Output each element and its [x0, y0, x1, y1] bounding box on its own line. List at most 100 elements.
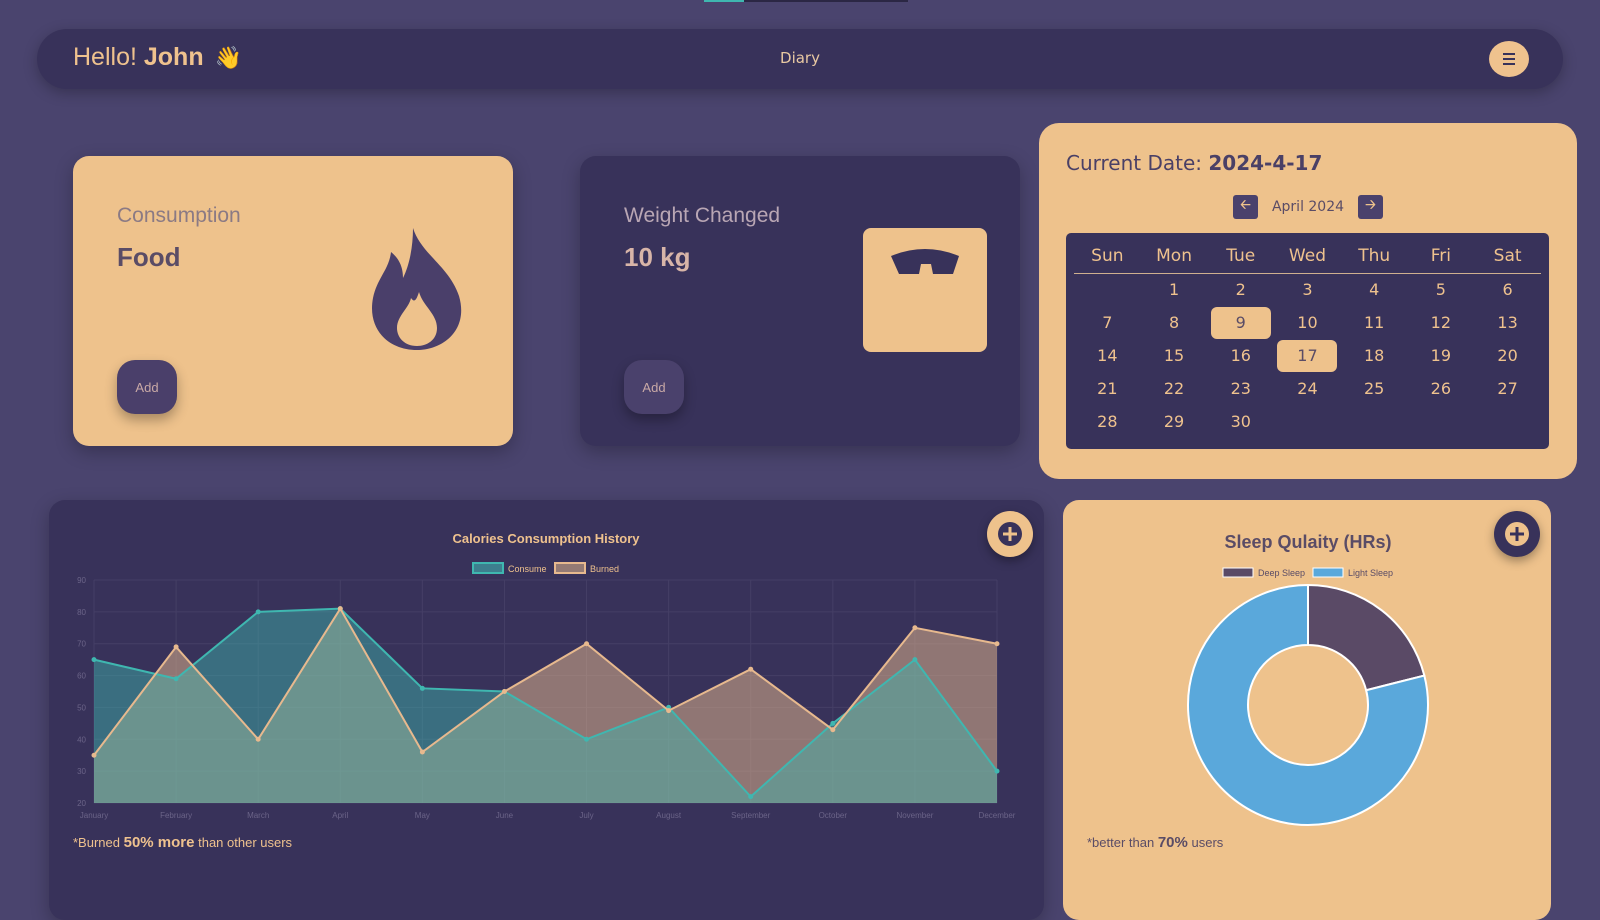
- calendar-day-17[interactable]: 17: [1274, 339, 1341, 372]
- calendar-day-9[interactable]: 9: [1207, 306, 1274, 339]
- x-tick-label: July: [579, 811, 593, 820]
- calendar-day-30[interactable]: 30: [1207, 405, 1274, 438]
- calendar-day-label: 27: [1497, 378, 1518, 398]
- calendar-day-label: 14: [1097, 345, 1118, 365]
- calendar-day-19[interactable]: 19: [1408, 339, 1475, 372]
- calendar-empty-cell: [1474, 405, 1541, 438]
- calendar-day-6[interactable]: 6: [1474, 273, 1541, 306]
- y-tick-label: 50: [77, 703, 86, 712]
- chart-title: Calories Consumption History: [452, 531, 640, 546]
- sleep-donut-chart: Sleep Qulaity (HRs) Deep Sleep Light Sleep: [1187, 532, 1429, 826]
- food-card-value: Food: [117, 242, 181, 272]
- calendar-day-26[interactable]: 26: [1408, 372, 1475, 405]
- arrow-right-icon: 🡢: [1365, 197, 1376, 212]
- calendar-day-label: 11: [1363, 312, 1385, 332]
- calories-footnote: *Burned 50% more than other users: [73, 834, 292, 851]
- x-tick-label: November: [896, 811, 933, 820]
- calendar-day-label: 2: [1235, 279, 1246, 299]
- weekday-sun: Sun: [1074, 239, 1141, 274]
- calendar-day-label: 7: [1102, 312, 1113, 332]
- calendar-day-13[interactable]: 13: [1474, 306, 1541, 339]
- calendar-day-28[interactable]: 28: [1074, 405, 1141, 438]
- calendar-empty-cell: [1074, 273, 1141, 306]
- sleep-footnote-prefix: *better than: [1087, 835, 1155, 850]
- calendar-day-24[interactable]: 24: [1274, 372, 1341, 405]
- weight-card: Weight Changed 10 kg Add: [580, 156, 1020, 446]
- point-burned: [255, 736, 261, 742]
- calendar-day-11[interactable]: 11: [1341, 306, 1408, 339]
- calendar-day-23[interactable]: 23: [1207, 372, 1274, 405]
- calendar-day-21[interactable]: 21: [1074, 372, 1141, 405]
- calendar-day-label: 9: [1210, 306, 1271, 339]
- point-burned: [748, 666, 754, 672]
- y-tick-label: 90: [77, 576, 86, 585]
- calendar-day-1[interactable]: 1: [1141, 273, 1208, 306]
- calendar-day-2[interactable]: 2: [1207, 273, 1274, 306]
- calendar-day-label: 29: [1163, 411, 1185, 431]
- calories-footnote-prefix: *Burned: [73, 835, 120, 850]
- top-progress-strip: [704, 0, 908, 2]
- plus-circle-icon: [1505, 522, 1529, 546]
- food-add-button[interactable]: Add: [117, 360, 177, 414]
- calendar-day-label: 25: [1363, 378, 1385, 398]
- y-tick-label: 80: [77, 608, 86, 617]
- legend-label-burned: Burned: [590, 564, 619, 574]
- calendar-day-4[interactable]: 4: [1341, 273, 1408, 306]
- sleep-add-button[interactable]: [1494, 511, 1540, 557]
- weight-add-button[interactable]: Add: [624, 360, 684, 414]
- calendar-day-label: [1277, 406, 1337, 438]
- sleep-footnote: *better than 70% users: [1087, 834, 1223, 851]
- calendar-day-14[interactable]: 14: [1074, 339, 1141, 372]
- menu-button[interactable]: [1489, 41, 1529, 77]
- calories-footnote-suffix: than other users: [198, 835, 293, 850]
- calendar-day-29[interactable]: 29: [1141, 405, 1208, 438]
- point-burned: [994, 641, 1000, 647]
- calendar-empty-cell: [1274, 405, 1341, 438]
- calendar-day-label: 20: [1497, 345, 1518, 365]
- calories-add-button[interactable]: [987, 511, 1033, 557]
- calendar-day-label: 17: [1277, 339, 1338, 372]
- point-burned: [666, 708, 672, 714]
- weight-card-value: 10 kg: [624, 242, 691, 272]
- calendar-week: 21 22 23 24 25 26 27: [1074, 372, 1541, 405]
- x-tick-label: March: [247, 811, 269, 820]
- next-month-button[interactable]: 🡢: [1358, 195, 1384, 219]
- calendar-day-label: 8: [1168, 312, 1180, 332]
- sleep-chart-title: Sleep Qulaity (HRs): [1224, 532, 1391, 552]
- calendar-day-label: [1344, 406, 1404, 438]
- calendar-day-25[interactable]: 25: [1341, 372, 1408, 405]
- calendar-day-5[interactable]: 5: [1408, 273, 1475, 306]
- calendar-day-label: 19: [1430, 345, 1452, 365]
- calendar-day-label: 1: [1168, 279, 1180, 299]
- calendar-day-7[interactable]: 7: [1074, 306, 1141, 339]
- legend-label-consume: Consume: [508, 564, 547, 574]
- calendar-day-22[interactable]: 22: [1141, 372, 1208, 405]
- calendar-day-12[interactable]: 12: [1408, 306, 1475, 339]
- prev-month-button[interactable]: 🡠: [1232, 195, 1258, 219]
- calendar-day-10[interactable]: 10: [1274, 306, 1341, 339]
- nav-title[interactable]: Diary: [37, 49, 1563, 67]
- x-tick-label: September: [731, 811, 770, 820]
- point-burned: [91, 752, 97, 758]
- weekday-sat: Sat: [1474, 239, 1541, 274]
- legend-swatch-consume: [472, 562, 504, 574]
- calendar-day-8[interactable]: 8: [1141, 306, 1208, 339]
- calendar-day-18[interactable]: 18: [1341, 339, 1408, 372]
- calendar-day-label: 28: [1097, 411, 1118, 431]
- x-tick-label: December: [979, 811, 1016, 820]
- point-consume: [830, 720, 836, 726]
- calendar-day-20[interactable]: 20: [1474, 339, 1541, 372]
- calendar-day-27[interactable]: 27: [1474, 372, 1541, 405]
- calendar-day-16[interactable]: 16: [1207, 339, 1274, 372]
- x-tick-label: August: [656, 811, 682, 820]
- weekday-fri: Fri: [1407, 239, 1475, 274]
- calendar-day-3[interactable]: 3: [1274, 273, 1341, 306]
- calendar-day-label: 10: [1297, 312, 1318, 332]
- scale-icon-box: [863, 228, 987, 352]
- calendar-day-15[interactable]: 15: [1141, 339, 1208, 372]
- calendar-empty-cell: [1341, 405, 1408, 438]
- legend-label-deep-sleep: Deep Sleep: [1258, 568, 1305, 578]
- point-consume: [173, 676, 179, 682]
- weight-card-label: Weight Changed: [624, 204, 781, 227]
- donut-slice-deep-sleep: [1307, 583, 1426, 692]
